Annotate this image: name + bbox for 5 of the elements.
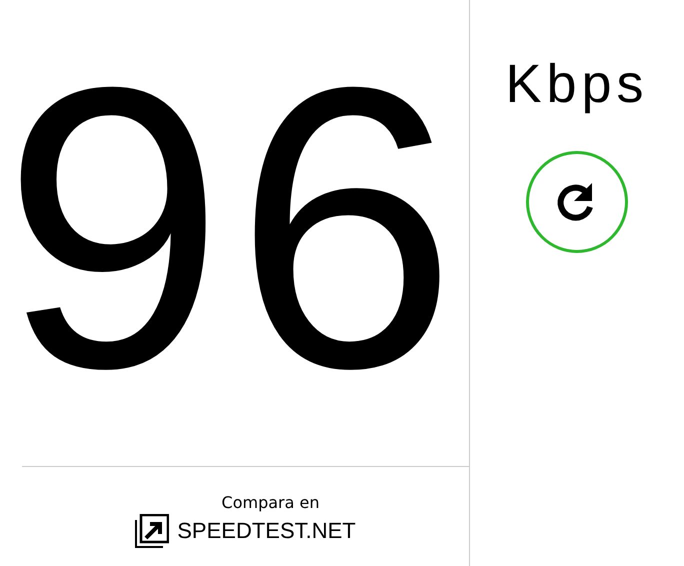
speedtest-link[interactable]: SPEEDTEST.NET — [135, 514, 356, 548]
speed-unit: Kbps — [505, 53, 649, 116]
external-link-icon — [135, 514, 170, 548]
compare-label: Compara en — [220, 493, 320, 512]
speed-value: 96 — [2, 28, 467, 428]
